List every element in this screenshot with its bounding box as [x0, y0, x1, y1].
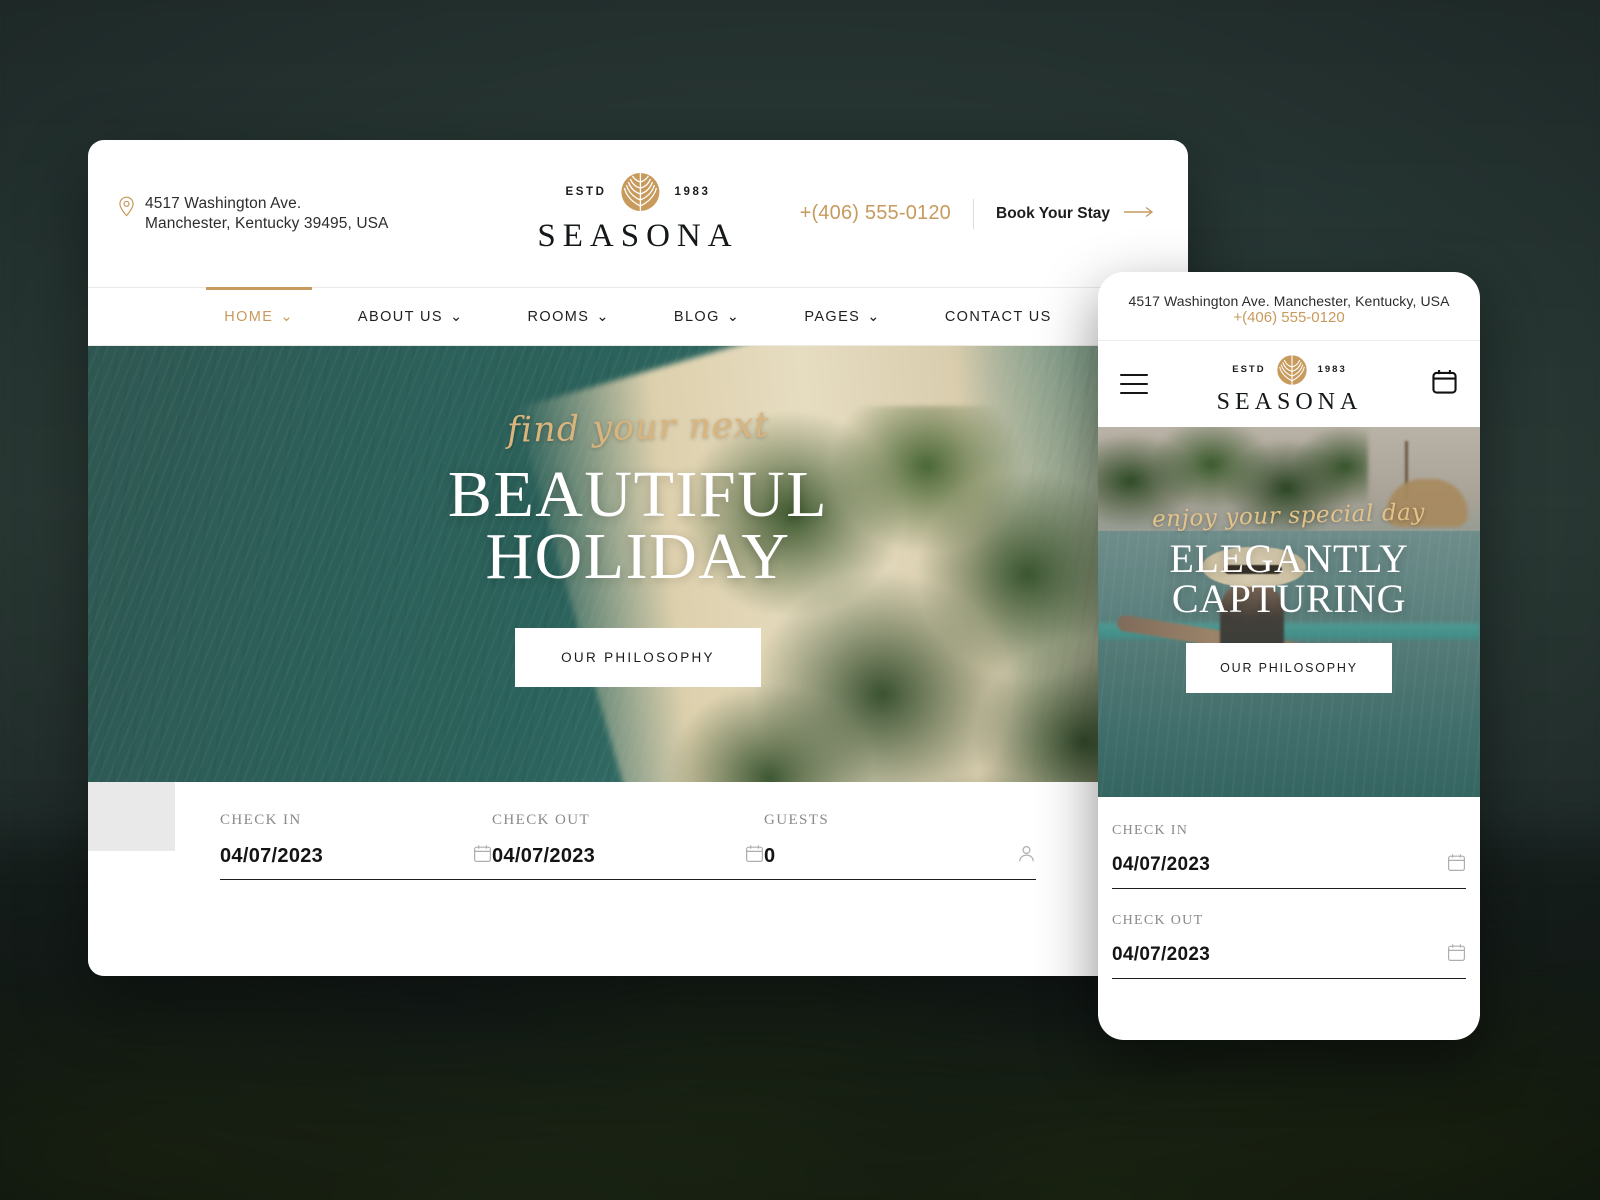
nav-item-rooms[interactable]: ROOMS ⌄ — [496, 288, 642, 345]
checkin-value: 04/07/2023 — [220, 844, 324, 867]
mobile-checkin-field[interactable]: CHECK IN 04/07/2023 — [1112, 823, 1466, 889]
mobile-hero-section: enjoy your special day ELEGANTLY CAPTURI… — [1098, 427, 1480, 797]
calendar-icon[interactable] — [1447, 853, 1466, 877]
checkout-field[interactable]: CHECK OUT 04/07/2023 — [492, 812, 764, 880]
calendar-icon[interactable] — [1447, 943, 1466, 967]
arrow-right-icon — [1124, 205, 1154, 223]
chevron-down-icon: ⌄ — [449, 308, 464, 325]
palm-leaf-circle-icon — [1275, 353, 1309, 387]
palm-leaf-circle-icon — [619, 170, 663, 214]
hamburger-menu-icon[interactable] — [1120, 374, 1148, 394]
mobile-checkout-label: CHECK OUT — [1112, 913, 1204, 928]
guests-field[interactable]: GUESTS 0 — [764, 812, 1036, 880]
map-pin-icon — [118, 196, 135, 222]
mobile-site-logo[interactable]: ESTD 1983 SEASONA — [1148, 353, 1431, 416]
topbar-right: +(406) 555-0120 Book Your Stay — [800, 198, 1154, 229]
mobile-hero-title-line-2: CAPTURING — [1171, 576, 1407, 621]
hero-title: BEAUTIFUL HOLIDAY — [447, 458, 829, 593]
mobile-phone-link[interactable]: +(406) 555-0120 — [1233, 309, 1344, 326]
logo-estd-label: ESTD — [1232, 364, 1266, 375]
nav-label: HOME — [224, 308, 274, 325]
our-philosophy-button[interactable]: OUR PHILOSOPHY — [515, 628, 761, 687]
logo-year-label: 1983 — [1317, 364, 1347, 375]
chevron-down-icon: ⌄ — [596, 308, 610, 325]
mobile-address: 4517 Washington Ave. Manchester, Kentuck… — [1128, 293, 1450, 309]
mobile-hero-title: ELEGANTLY CAPTURING — [1169, 539, 1408, 619]
mobile-checkout-value: 04/07/2023 — [1112, 944, 1211, 965]
logo-wordmark: SEASONA — [1216, 388, 1363, 415]
checkout-value: 04/07/2023 — [492, 844, 596, 867]
nav-label: ABOUT US — [357, 308, 443, 325]
mobile-checkin-value: 04/07/2023 — [1112, 854, 1211, 875]
nav-item-home[interactable]: HOME ⌄ — [192, 287, 326, 345]
person-icon[interactable] — [1017, 844, 1036, 868]
booking-bar-accent-block — [88, 782, 175, 851]
nav-label: ROOMS — [527, 308, 590, 325]
calendar-icon[interactable] — [1431, 368, 1458, 400]
guests-value: 0 — [764, 844, 776, 867]
nav-label: CONTACT US — [944, 308, 1052, 325]
logo-estd-label: ESTD — [565, 186, 607, 198]
nav-label: PAGES — [804, 308, 861, 325]
divider — [973, 198, 975, 229]
mobile-checkout-field[interactable]: CHECK OUT 04/07/2023 — [1112, 913, 1466, 979]
booking-bar: CHECK IN 04/07/2023 CHECK OUT 04/07/2023… — [88, 782, 1188, 976]
nav-item-blog[interactable]: BLOG ⌄ — [642, 288, 772, 345]
checkout-label: CHECK OUT — [492, 812, 591, 828]
mobile-topbar: 4517 Washington Ave. Manchester, Kentuck… — [1098, 272, 1480, 340]
nav-item-pages[interactable]: PAGES ⌄ — [772, 288, 912, 345]
checkin-label: CHECK IN — [220, 812, 302, 828]
mobile-header: ESTD 1983 SEASONA — [1098, 340, 1480, 427]
address-block: 4517 Washington Ave. Manchester, Kentuck… — [118, 194, 448, 234]
chevron-down-icon: ⌄ — [280, 308, 294, 325]
mobile-hero-script-text: enjoy your special day — [1152, 499, 1426, 533]
mobile-our-philosophy-button[interactable]: OUR PHILOSOPHY — [1186, 643, 1392, 693]
hero-script-text: find your next — [506, 405, 770, 451]
book-your-stay-label: Book Your Stay — [996, 204, 1110, 222]
hero-title-line-1: BEAUTIFUL — [447, 458, 829, 531]
phone-link[interactable]: +(406) 555-0120 — [800, 202, 951, 225]
desktop-topbar: 4517 Washington Ave. Manchester, Kentuck… — [88, 140, 1188, 287]
mobile-checkin-label: CHECK IN — [1112, 823, 1189, 838]
nav-item-about-us[interactable]: ABOUT US ⌄ — [326, 288, 496, 345]
address-text: 4517 Washington Ave. Manchester, Kentuck… — [145, 194, 389, 234]
mobile-preview: 4517 Washington Ave. Manchester, Kentuck… — [1098, 272, 1480, 1040]
main-navigation: HOME ⌄ ABOUT US ⌄ ROOMS ⌄ BLOG ⌄ PAGES ⌄… — [88, 287, 1188, 346]
chevron-down-icon: ⌄ — [867, 308, 881, 325]
site-logo[interactable]: ESTD 1983 SEASONA — [537, 170, 738, 255]
chevron-down-icon: ⌄ — [726, 308, 741, 325]
guests-label: GUESTS — [764, 812, 830, 828]
address-line-1: 4517 Washington Ave. — [145, 194, 302, 212]
hero-section: find your next BEAUTIFUL HOLIDAY OUR PHI… — [88, 346, 1188, 976]
nav-label: BLOG — [673, 308, 720, 325]
calendar-icon[interactable] — [745, 844, 764, 868]
checkin-field[interactable]: CHECK IN 04/07/2023 — [220, 812, 492, 880]
calendar-icon[interactable] — [473, 844, 492, 868]
book-your-stay-button[interactable]: Book Your Stay — [996, 205, 1154, 223]
logo-year-label: 1983 — [674, 186, 711, 198]
mobile-hero-title-line-1: ELEGANTLY — [1169, 536, 1409, 581]
nav-item-contact-us[interactable]: CONTACT US — [913, 288, 1084, 345]
address-line-2: Manchester, Kentucky 39495, USA — [145, 214, 389, 232]
desktop-preview: 4517 Washington Ave. Manchester, Kentuck… — [88, 140, 1188, 976]
hero-title-line-2: HOLIDAY — [485, 520, 791, 593]
logo-wordmark: SEASONA — [537, 218, 739, 254]
mobile-booking-form: CHECK IN 04/07/2023 CHECK OUT 04/07/2023 — [1098, 797, 1480, 979]
